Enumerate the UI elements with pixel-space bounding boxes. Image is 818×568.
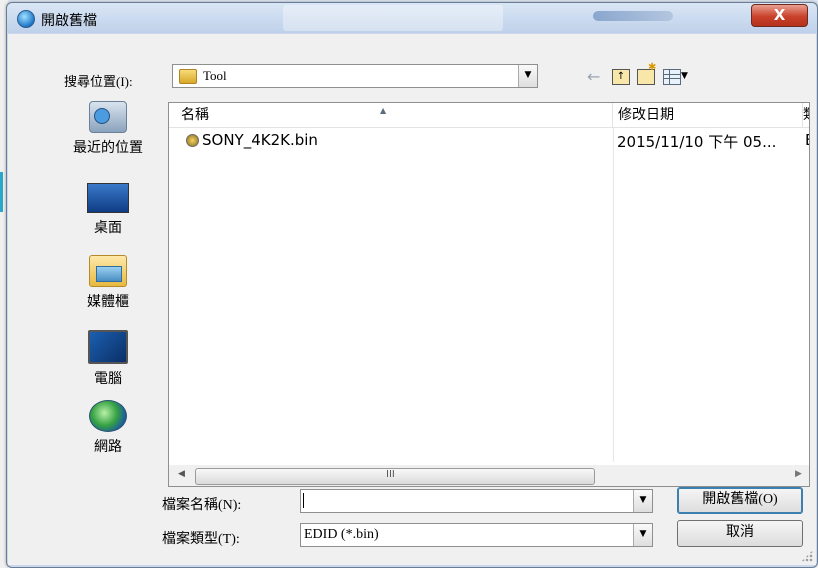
scroll-thumb[interactable]: III: [195, 468, 595, 485]
open-file-dialog: 開啟舊檔 X 搜尋位置(I): Tool ▼ ← ↑ ▼ 最近的位置 桌面: [6, 2, 818, 568]
place-label: 網路: [94, 439, 122, 455]
scroll-grip: III: [386, 469, 395, 480]
place-computer[interactable]: 電腦: [56, 330, 160, 388]
libraries-icon: [89, 255, 127, 287]
place-label: 電腦: [94, 371, 122, 387]
filetype-dropdown-arrow[interactable]: ▼: [633, 524, 652, 546]
app-globe-icon: [17, 10, 35, 28]
computer-icon: [88, 330, 128, 364]
header-divider: [169, 127, 809, 128]
chevron-down-icon: ▼: [639, 495, 647, 505]
place-network[interactable]: 網路: [56, 400, 160, 456]
filetype-label: 檔案類型(T):: [162, 532, 240, 547]
back-arrow-icon[interactable]: ←: [587, 67, 600, 86]
folder-icon: [179, 69, 197, 84]
filetype-value: EDID (*.bin): [304, 527, 379, 542]
place-recent[interactable]: 最近的位置: [56, 101, 160, 157]
title-bar-reflection: [283, 5, 503, 31]
desktop-icon: [87, 183, 129, 213]
look-in-value: Tool: [203, 68, 227, 83]
places-bar: 最近的位置 桌面 媒體櫃 電腦 網路: [56, 101, 160, 497]
view-menu-dropdown-icon[interactable]: ▼: [681, 71, 688, 81]
look-in-combobox[interactable]: Tool ▼: [172, 64, 538, 88]
sort-ascending-icon: ▲: [380, 106, 387, 115]
place-label: 最近的位置: [73, 140, 143, 156]
file-date: 2015/11/10 下午 05...: [617, 133, 777, 151]
bin-file-icon: [186, 134, 199, 147]
dialog-title: 開啟舊檔: [41, 13, 97, 29]
column-header-date[interactable]: 修改日期: [613, 103, 803, 127]
filename-dropdown-arrow[interactable]: ▼: [633, 490, 652, 512]
look-in-label: 搜尋位置(I):: [64, 74, 133, 89]
file-type: E: [805, 131, 809, 149]
new-folder-icon[interactable]: [637, 62, 656, 85]
scroll-left-icon[interactable]: ◀: [178, 469, 185, 479]
cancel-button[interactable]: 取消: [677, 520, 803, 547]
column-header-type[interactable]: 類: [803, 103, 809, 127]
look-in-dropdown-arrow[interactable]: ▼: [518, 65, 537, 87]
column-header-date-label: 修改日期: [618, 107, 674, 123]
place-desktop[interactable]: 桌面: [56, 183, 160, 237]
column-divider: [613, 128, 614, 462]
text-caret: [303, 493, 304, 508]
file-name: SONY_4K2K.bin: [202, 131, 318, 149]
title-bar[interactable]: 開啟舊檔 X: [7, 3, 817, 33]
column-header-name[interactable]: 名稱 ▲: [169, 103, 613, 127]
resize-grip-icon[interactable]: [801, 550, 813, 562]
up-folder-icon[interactable]: ↑: [612, 69, 630, 85]
chevron-down-icon: ▼: [524, 70, 532, 80]
column-header-name-label: 名稱: [181, 107, 209, 123]
filename-label: 檔案名稱(N):: [162, 498, 242, 513]
view-menu-icon[interactable]: [663, 69, 681, 85]
chevron-down-icon: ▼: [639, 529, 647, 539]
recent-places-icon: [89, 101, 127, 133]
open-button[interactable]: 開啟舊檔(O): [677, 487, 803, 514]
file-row[interactable]: SONY_4K2K.bin 2015/11/10 下午 05... E: [169, 130, 809, 152]
filetype-select[interactable]: EDID (*.bin) ▼: [300, 523, 653, 547]
network-icon: [89, 400, 127, 432]
background-accent: [0, 172, 3, 212]
horizontal-scrollbar[interactable]: ◀ III ▶: [169, 465, 809, 486]
place-label: 桌面: [94, 220, 122, 236]
column-header-type-label: 類: [803, 107, 809, 123]
title-bar-reflection-2: [593, 11, 673, 21]
place-libraries[interactable]: 媒體櫃: [56, 255, 160, 311]
file-list[interactable]: 名稱 ▲ 修改日期 類 SONY_4K2K.bin 2015/11/10 下午 …: [168, 102, 810, 487]
dialog-body: 搜尋位置(I): Tool ▼ ← ↑ ▼ 最近的位置 桌面 媒體櫃: [8, 34, 816, 565]
place-label: 媒體櫃: [87, 294, 129, 310]
filename-input[interactable]: ▼: [300, 489, 653, 513]
scroll-right-icon[interactable]: ▶: [795, 469, 802, 479]
close-button[interactable]: X: [751, 4, 808, 27]
